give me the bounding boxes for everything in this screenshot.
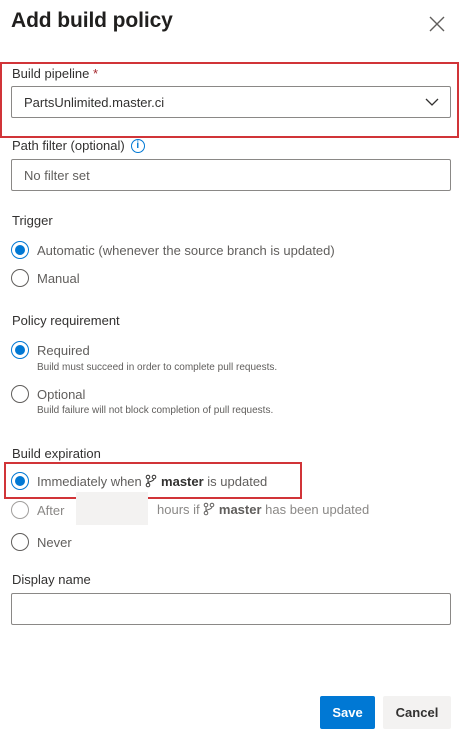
policy-required-option[interactable]: Required	[11, 341, 90, 359]
build-pipeline-dropdown[interactable]: PartsUnlimited.master.ci	[11, 86, 451, 118]
expiration-never-radio[interactable]	[11, 533, 29, 551]
display-name-label: Display name	[12, 572, 91, 587]
save-button[interactable]: Save	[320, 696, 375, 729]
trigger-manual-radio[interactable]	[11, 269, 29, 287]
display-name-input[interactable]	[24, 601, 450, 617]
expiration-after-option[interactable]: After	[11, 501, 64, 519]
trigger-manual-label: Manual	[37, 270, 80, 286]
policy-required-radio[interactable]	[11, 341, 29, 359]
close-button[interactable]	[426, 13, 448, 35]
expiration-after-label: After	[37, 502, 65, 518]
policy-optional-label: Optional	[37, 386, 86, 402]
path-filter-field[interactable]	[11, 159, 451, 191]
build-pipeline-label: Build pipeline *	[12, 66, 98, 81]
trigger-automatic-radio[interactable]	[11, 241, 29, 259]
dialog-title: Add build policy	[11, 9, 173, 32]
expiration-after-middle: hours if	[157, 502, 200, 517]
chevron-down-icon	[425, 98, 439, 106]
branch-icon	[203, 502, 215, 516]
trigger-label: Trigger	[12, 213, 53, 228]
policy-requirement-label: Policy requirement	[12, 313, 120, 328]
cancel-button[interactable]: Cancel	[383, 696, 451, 729]
policy-required-description: Build must succeed in order to complete …	[37, 362, 278, 373]
info-icon[interactable]: i	[130, 138, 145, 153]
expiration-after-suffix: has been updated	[265, 502, 370, 517]
build-expiration-label: Build expiration	[12, 446, 101, 461]
expiration-after-text: hours if master has been updated	[157, 502, 369, 517]
required-marker: *	[92, 66, 99, 81]
branch-icon	[146, 474, 157, 487]
path-filter-input[interactable]	[24, 167, 450, 183]
expiration-after-branch: master	[218, 502, 262, 517]
policy-optional-description: Build failure will not block completion …	[37, 405, 274, 416]
close-icon	[429, 16, 445, 32]
policy-optional-option[interactable]: Optional	[11, 385, 85, 403]
policy-optional-radio[interactable]	[11, 385, 29, 403]
expiration-immediately-option[interactable]: Immediately when master is updated	[11, 472, 267, 490]
policy-required-label: Required	[37, 342, 90, 358]
expiration-branch-name: master	[161, 473, 204, 489]
expiration-after-radio[interactable]	[11, 501, 29, 519]
expiration-hours-input[interactable]	[76, 492, 148, 525]
path-filter-label-text: Path filter (optional)	[12, 138, 125, 153]
expiration-never-label: Never	[37, 534, 72, 550]
path-filter-label: Path filter (optional) i	[12, 138, 145, 153]
expiration-immediately-suffix: is updated	[207, 473, 268, 489]
trigger-manual-option[interactable]: Manual	[11, 269, 80, 287]
expiration-immediately-prefix: Immediately when	[37, 473, 142, 489]
trigger-automatic-option[interactable]: Automatic (whenever the source branch is…	[11, 241, 335, 259]
expiration-immediately-radio[interactable]	[11, 472, 29, 490]
display-name-field[interactable]	[11, 593, 451, 625]
build-pipeline-value: PartsUnlimited.master.ci	[24, 94, 165, 110]
trigger-automatic-label: Automatic (whenever the source branch is…	[37, 242, 335, 258]
expiration-never-option[interactable]: Never	[11, 533, 72, 551]
build-pipeline-label-text: Build pipeline	[12, 66, 90, 81]
expiration-immediately-text: Immediately when master is updated	[37, 474, 267, 489]
